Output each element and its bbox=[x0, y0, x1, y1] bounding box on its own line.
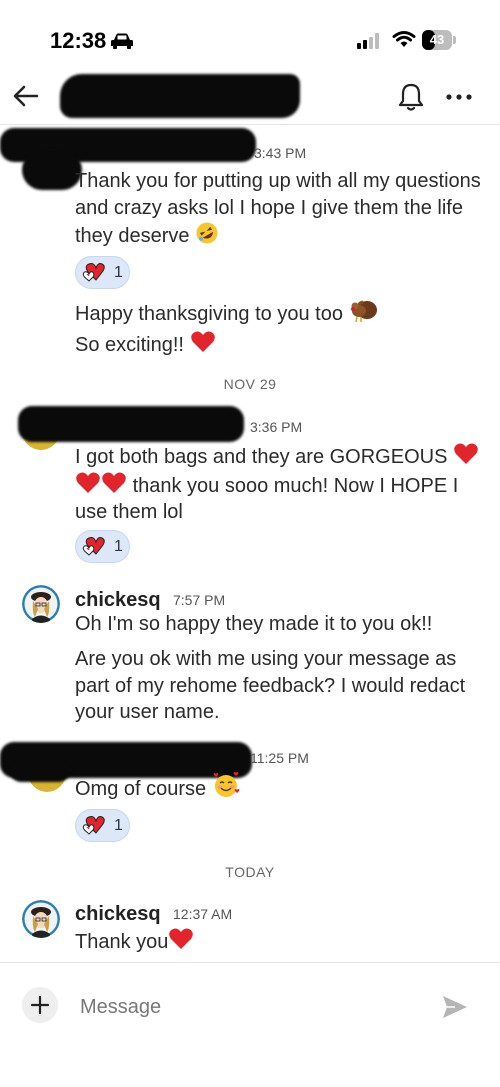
message-composer bbox=[0, 962, 500, 1087]
redacted-username bbox=[60, 74, 300, 118]
back-arrow-icon[interactable] bbox=[12, 82, 40, 110]
reaction-count: 1 bbox=[114, 538, 123, 555]
author-name[interactable]: chickesq bbox=[75, 903, 161, 926]
hearts-reaction-icon bbox=[82, 263, 105, 282]
status-bar: 12:38 43 bbox=[0, 0, 500, 80]
hearts-reaction-icon bbox=[82, 816, 105, 835]
send-icon[interactable] bbox=[441, 994, 469, 1020]
hearts-reaction-icon bbox=[82, 537, 105, 556]
bell-icon[interactable] bbox=[398, 82, 424, 112]
message-text: Thank you bbox=[75, 927, 485, 956]
message-text: I got both bags and they are GORGEOUS th… bbox=[75, 442, 485, 526]
message-time: 3:43 PM bbox=[254, 145, 307, 161]
red-heart-emoji bbox=[76, 471, 100, 493]
message-text: Are you ok with me using your message as… bbox=[75, 648, 466, 723]
message-time: 11:25 PM bbox=[250, 750, 309, 766]
wifi-icon bbox=[392, 31, 416, 47]
author-name[interactable]: chickesq bbox=[75, 589, 161, 612]
plus-icon bbox=[30, 995, 50, 1015]
smiling-face-with-hearts-emoji bbox=[213, 772, 240, 797]
red-heart-emoji bbox=[169, 928, 194, 949]
reaction-badge[interactable]: 1 bbox=[75, 530, 130, 563]
reaction-badge[interactable]: 1 bbox=[75, 256, 130, 289]
battery-indicator: 43 bbox=[422, 30, 456, 50]
car-icon bbox=[111, 33, 133, 49]
message-text: So exciting!! bbox=[75, 330, 485, 359]
reaction-badge[interactable]: 1 bbox=[75, 809, 130, 842]
rolling-on-floor-laughing-emoji bbox=[196, 222, 218, 244]
reaction-count: 1 bbox=[114, 817, 123, 834]
redacted-username bbox=[18, 406, 244, 442]
red-heart-emoji bbox=[102, 471, 126, 493]
message-time: 12:37 AM bbox=[173, 906, 233, 922]
red-heart-emoji bbox=[190, 331, 215, 352]
avatar[interactable] bbox=[22, 900, 60, 938]
redacted-avatar bbox=[10, 760, 70, 782]
message-text: Oh I'm so happy they made it to you ok!! bbox=[75, 613, 433, 635]
red-heart-emoji bbox=[454, 443, 478, 464]
message-text: Happy thanksgiving to you too bbox=[75, 297, 485, 328]
redacted-avatar bbox=[22, 150, 82, 190]
status-time: 12:38 bbox=[50, 28, 107, 53]
date-separator: NOV 29 bbox=[223, 376, 277, 392]
message-text: Thank you for putting up with all my que… bbox=[75, 170, 481, 247]
more-options-icon[interactable] bbox=[446, 94, 472, 100]
message-input[interactable] bbox=[80, 991, 420, 1023]
battery-percent: 43 bbox=[429, 32, 445, 47]
turkey-emoji bbox=[350, 300, 377, 323]
message-time: 3:36 PM bbox=[250, 419, 303, 435]
add-attachment-button[interactable] bbox=[22, 987, 58, 1023]
chat-header bbox=[0, 70, 500, 125]
avatar[interactable] bbox=[22, 585, 60, 623]
reaction-count: 1 bbox=[114, 264, 123, 281]
signal-icon bbox=[357, 33, 379, 49]
date-separator: TODAY bbox=[225, 864, 275, 880]
message-text: Omg of course bbox=[75, 772, 485, 803]
message-time: 7:57 PM bbox=[173, 592, 226, 608]
